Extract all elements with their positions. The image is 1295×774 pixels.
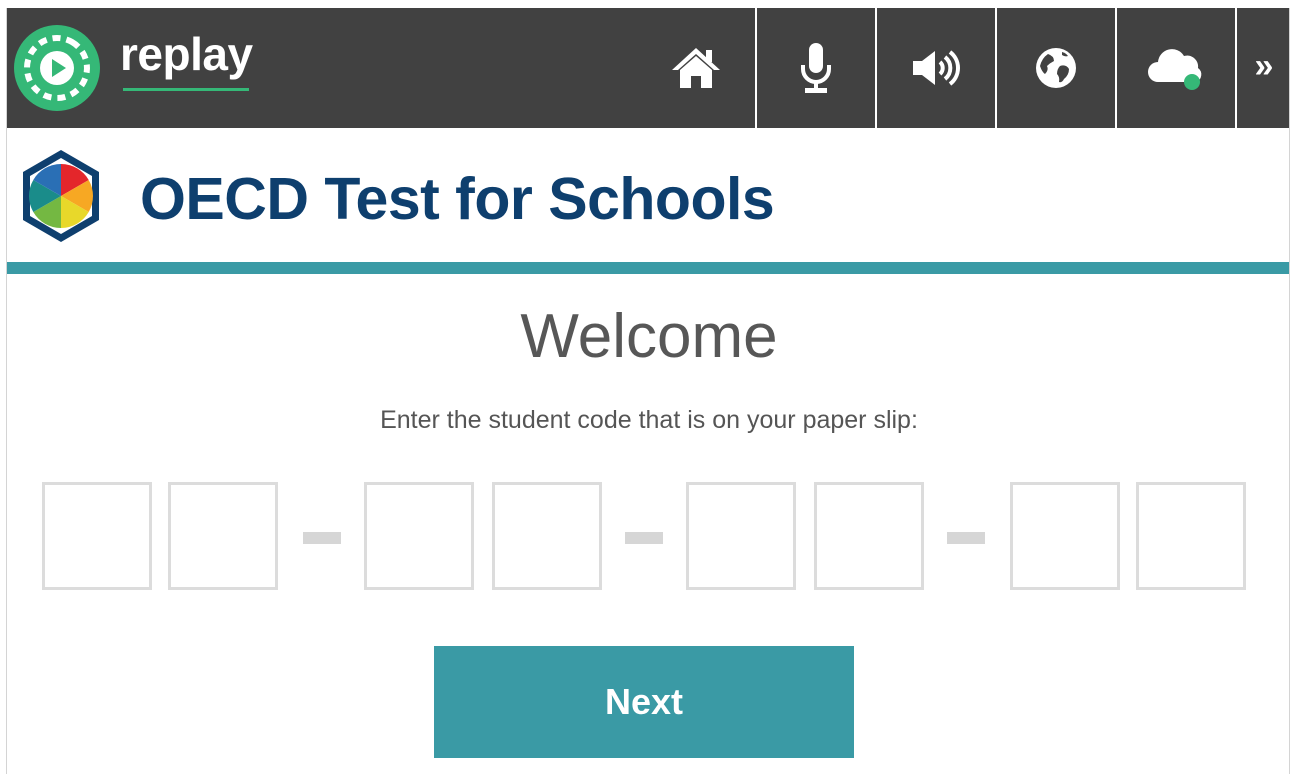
oecd-logo-icon [23,150,99,242]
header-divider [7,262,1289,274]
brand-underline [123,88,249,91]
app-window: replay » OECD Test for Schools Welcome E… [6,8,1290,774]
welcome-heading: Welcome [520,302,778,371]
globe-icon [1035,48,1076,88]
code-separator [947,532,985,544]
next-button[interactable]: Next [434,646,854,758]
code-char-7[interactable] [1010,482,1120,590]
code-char-4[interactable] [492,482,602,590]
page-header: OECD Test for Schools [7,128,1289,262]
cloud-status-icon [1147,49,1201,90]
page-title: OECD Test for Schools [140,166,775,232]
instruction-text: Enter the student code that is on your p… [380,406,918,434]
code-char-1[interactable] [42,482,152,590]
microphone-icon [800,43,831,93]
code-char-5[interactable] [686,482,796,590]
microphone-button[interactable] [755,8,874,128]
code-char-6[interactable] [814,482,924,590]
language-button[interactable] [995,8,1114,128]
audio-button[interactable] [875,8,994,128]
replay-brand [10,18,104,118]
code-char-3[interactable] [364,482,474,590]
code-char-8[interactable] [1136,482,1246,590]
home-icon [672,48,720,88]
speaker-icon [912,50,960,86]
code-separator [303,532,341,544]
replay-logo-icon [14,25,100,111]
code-char-2[interactable] [168,482,278,590]
double-chevron-right-icon: » [1254,47,1274,85]
top-toolbar: replay » [7,8,1289,128]
brand-name: replay [120,28,253,80]
connection-status-button[interactable] [1115,8,1234,128]
home-button[interactable] [637,8,755,128]
more-tools-button[interactable]: » [1235,8,1289,128]
code-separator [625,532,663,544]
